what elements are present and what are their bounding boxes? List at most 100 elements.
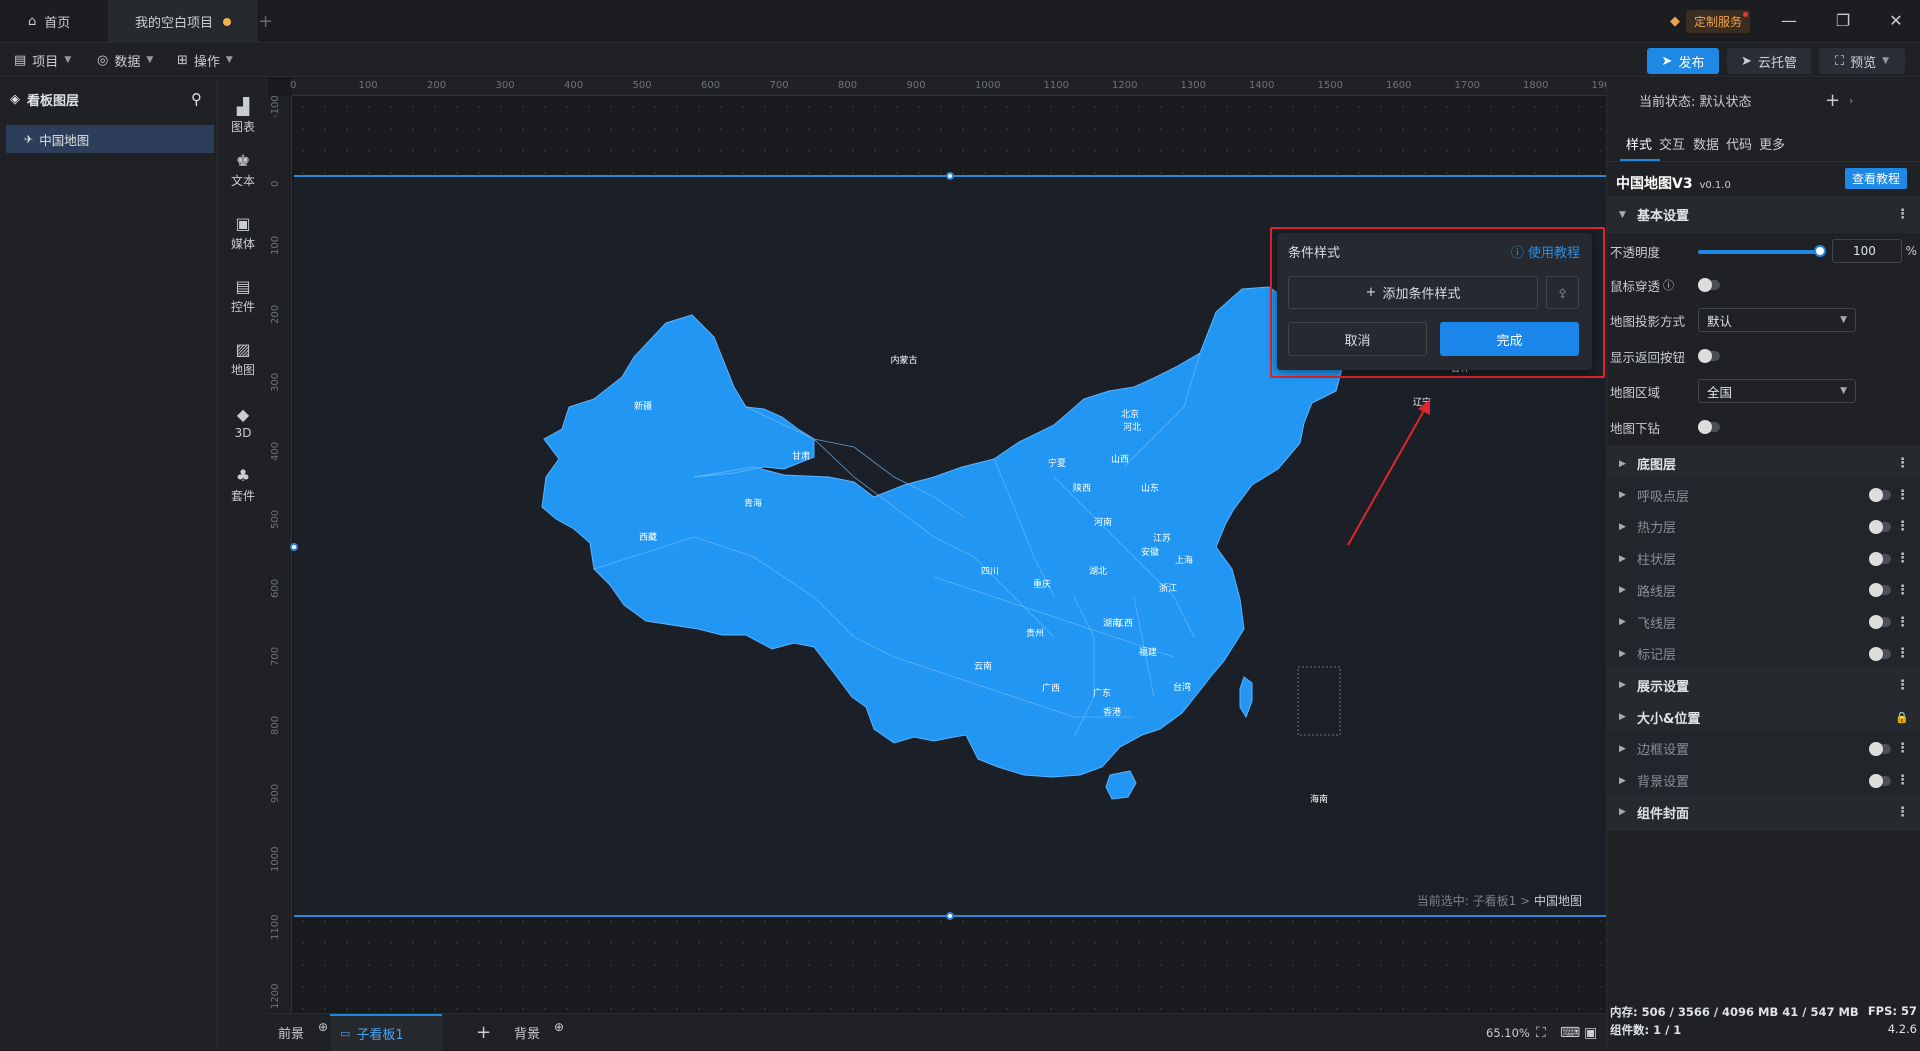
filter-icon[interactable]: ⚴ [1546, 276, 1579, 309]
grid-icon: ⊞ [177, 52, 188, 68]
tool-media[interactable]: ▣ 媒体 [218, 205, 268, 261]
mouse-through-toggle[interactable] [1698, 278, 1720, 292]
ruler-left[interactable]: -100 0 100 200 300 400 500 600 700 800 900 1000 1100… [268, 95, 292, 1013]
more-vertical-icon[interactable]: ⋮ [1896, 551, 1909, 566]
more-vertical-icon[interactable]: ⋮ [1896, 615, 1909, 630]
ruler-top[interactable]: 0 100 200 300 400 500 600 700 800 900 1000 1100 1200… [290, 78, 1606, 96]
section-toggle[interactable] [1869, 583, 1891, 598]
help-link[interactable]: ⓘ 使用教程 [1511, 242, 1580, 261]
tool-map-label: 地图 [230, 363, 255, 377]
lock-icon[interactable]: 🔒 [1895, 711, 1909, 724]
region-select[interactable]: 全国 ▼ [1698, 379, 1856, 403]
section-toggle[interactable] [1869, 615, 1891, 629]
done-button[interactable]: 完成 [1440, 322, 1579, 356]
more-vertical-icon[interactable]: ⋮ [1896, 741, 1909, 756]
tab-background[interactable]: 背景 ⊕ [514, 1014, 564, 1051]
tool-kit[interactable]: ♣ 套件 [218, 457, 268, 513]
section-toggle[interactable] [1869, 519, 1891, 534]
show-back-toggle[interactable] [1698, 349, 1720, 363]
more-vertical-icon[interactable]: ⋮ [1896, 488, 1909, 503]
section-toggle[interactable] [1869, 741, 1891, 756]
chevron-down-icon: ▼ [64, 55, 72, 65]
menu-data[interactable]: ◎ 数据 ▼ [97, 43, 153, 77]
province-label: 上海 [1175, 554, 1193, 566]
tool-media-label: 媒体 [230, 237, 255, 251]
more-vertical-icon[interactable]: ⋮ [1896, 519, 1909, 534]
more-vertical-icon[interactable]: ⋮ [1896, 456, 1909, 471]
layer-item-china-map[interactable]: ✈ 中国地图 [6, 125, 214, 153]
ruler-tick-label: 700 [769, 80, 789, 91]
more-vertical-icon[interactable]: ⋮ [1896, 678, 1909, 693]
tab-project[interactable]: 我的空白项目 [108, 0, 258, 43]
send-icon: ➤ [1661, 53, 1673, 69]
row-projection: 地图投影方式 默认 ▼ [1610, 305, 1916, 335]
keyboard-icon[interactable]: ⌨ [1560, 1014, 1580, 1051]
section-toggle[interactable] [1869, 551, 1891, 566]
publish-button[interactable]: ➤ 发布 [1647, 48, 1719, 74]
search-icon[interactable]: ⚲ [191, 90, 202, 108]
add-circle-icon[interactable]: ⊕ [554, 1020, 564, 1034]
add-tab-button[interactable]: + [258, 0, 278, 43]
projection-select[interactable]: 默认 ▼ [1698, 308, 1856, 332]
tool-text[interactable]: ♚ 文本 [218, 142, 268, 198]
restore-button[interactable]: ❐ [1829, 8, 1857, 34]
fit-screen-icon[interactable]: ⛶ [1536, 1014, 1546, 1051]
zoom-level[interactable]: 65.10% [1486, 1014, 1530, 1051]
chevron-right-icon[interactable]: › [1849, 94, 1853, 107]
tab-more[interactable]: 更多 [1759, 134, 1785, 153]
menu-operation[interactable]: ⊞ 操作 ▼ [177, 43, 233, 77]
tab-interaction[interactable]: 交互 [1659, 134, 1685, 153]
tab-style[interactable]: 样式 [1626, 134, 1652, 153]
view-tutorial-button[interactable]: 查看教程 [1845, 168, 1907, 189]
section-toggle[interactable] [1869, 773, 1891, 788]
chevron-down-icon: ▼ [1840, 386, 1847, 396]
bar-chart-icon: ▟ [236, 97, 250, 116]
active-tab-indicator [1620, 159, 1660, 161]
terminal-icon[interactable]: ▣ [1584, 1014, 1597, 1051]
tool-3d[interactable]: ◆ 3D [218, 394, 268, 450]
china-mainland-shape[interactable] [541, 286, 1343, 778]
cancel-button[interactable]: 取消 [1288, 322, 1427, 356]
database-icon: ◎ [97, 52, 109, 68]
section-toggle[interactable] [1869, 488, 1891, 503]
more-vertical-icon[interactable]: ⋮ [1896, 805, 1909, 820]
section-toggle[interactable] [1869, 646, 1891, 661]
opacity-slider-handle[interactable] [1814, 245, 1826, 257]
tool-map[interactable]: ▨ 地图 [218, 331, 268, 387]
cloud-hosting-button[interactable]: ➤ 云托管 [1727, 48, 1811, 74]
add-state-button[interactable]: + [1825, 90, 1840, 111]
menu-project[interactable]: ▤ 项目 ▼ [14, 43, 71, 77]
section-item[interactable]: ▶ 组件封面 ⋮ [1607, 793, 1920, 832]
help-icon[interactable]: ⓘ [1663, 277, 1674, 293]
section-label: 大小&位置 [1637, 711, 1701, 727]
add-circle-icon[interactable]: ⊕ [318, 1020, 328, 1034]
caret-right-icon: ▶ [1619, 521, 1626, 532]
tool-chart[interactable]: ▟ 图表 [218, 88, 268, 144]
breadcrumb-path[interactable]: 子看板1 > [1473, 894, 1534, 908]
custom-service-button[interactable]: ◆ 定制服务 [1670, 9, 1751, 33]
close-button[interactable]: ✕ [1882, 8, 1910, 34]
tab-code[interactable]: 代码 [1726, 134, 1752, 153]
more-vertical-icon[interactable]: ⋮ [1896, 773, 1909, 788]
tab-subboard1[interactable]: ▭ 子看板1 [330, 1014, 442, 1051]
minimize-button[interactable]: — [1775, 8, 1803, 34]
province-label: 青海 [744, 497, 762, 509]
add-board-button[interactable]: + [476, 1014, 491, 1051]
tab-data[interactable]: 数据 [1693, 134, 1719, 153]
preview-button[interactable]: ⛶ 预览 ▼ [1819, 48, 1905, 74]
more-vertical-icon[interactable]: ⋮ [1896, 646, 1909, 661]
opacity-slider[interactable] [1698, 250, 1820, 254]
add-condition-style-button[interactable]: + 添加条件样式 [1288, 276, 1538, 309]
more-vertical-icon[interactable]: ⋮ [1896, 207, 1909, 222]
tab-home[interactable]: ⌂ 首页 [12, 0, 107, 43]
hainan-shape[interactable] [1105, 770, 1137, 800]
more-vertical-icon[interactable]: ⋮ [1896, 583, 1909, 598]
province-label: 内蒙古 [890, 354, 917, 366]
drilldown-toggle[interactable] [1698, 420, 1720, 434]
taiwan-shape[interactable] [1239, 676, 1253, 719]
custom-service-label: 定制服务 [1686, 9, 1751, 33]
tool-controls[interactable]: ▤ 控件 [218, 268, 268, 324]
section-basic-settings[interactable]: ▼ 基本设置 ⋮ [1607, 196, 1920, 234]
tab-foreground[interactable]: 前景 ⊕ [278, 1014, 328, 1051]
opacity-input[interactable]: 100% [1832, 239, 1917, 263]
